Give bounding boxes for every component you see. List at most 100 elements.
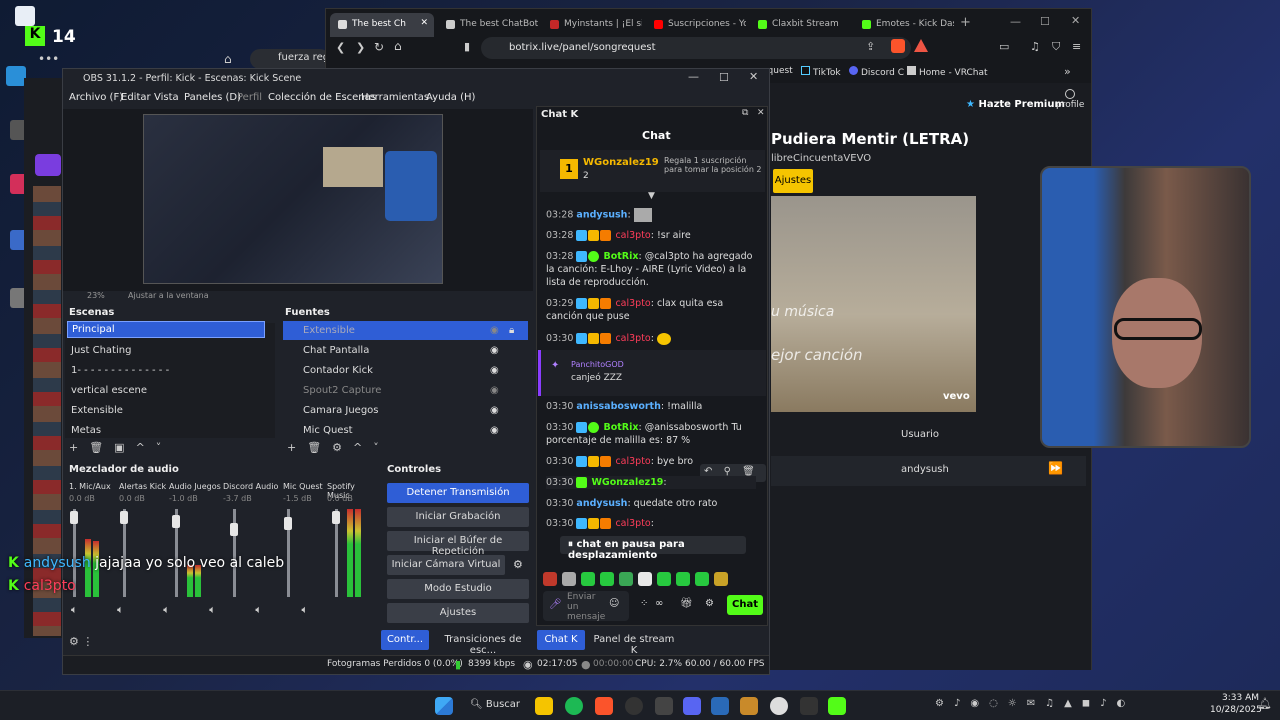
close-window-icon[interactable]: ✕ <box>1071 14 1080 27</box>
settings-button[interactable]: Ajustes <box>387 603 529 623</box>
scene-just-chating[interactable]: Just Chating <box>65 341 137 360</box>
redeem-user[interactable]: PanchitoGOD <box>571 360 624 369</box>
chrome-icon[interactable] <box>770 697 788 715</box>
scene-extensible[interactable]: Extensible <box>65 401 129 420</box>
music-icon[interactable]: ♫ <box>1030 40 1040 53</box>
dock-float-icon[interactable]: ⧉ <box>742 108 748 118</box>
menu-perfil[interactable]: Perfil <box>237 92 262 103</box>
video-player[interactable]: u música ejor canción vevo <box>771 196 976 412</box>
tab-youtube[interactable]: Suscripciones - You <box>646 13 746 37</box>
emote-icon[interactable] <box>695 572 709 586</box>
tab-close-icon[interactable]: ✕ <box>420 18 428 28</box>
obs-preview[interactable] <box>63 109 533 291</box>
msg-user[interactable]: cal3pto <box>615 298 650 309</box>
folder-icon[interactable] <box>740 697 758 715</box>
virtual-camera-settings-icon[interactable]: ⚙ <box>513 558 523 571</box>
purple-heart-icon[interactable] <box>35 154 61 176</box>
notifications-icon[interactable]: 🔔︎ <box>1258 697 1272 710</box>
discord-icon[interactable] <box>683 697 701 715</box>
chat-paused-banner[interactable]: ⏸ chat en pausa para desplazamiento <box>560 536 746 561</box>
emote-icon[interactable] <box>638 572 652 586</box>
emote-icon[interactable] <box>543 572 557 586</box>
dock-close-icon[interactable]: ✕ <box>757 108 765 118</box>
bookmark-discord[interactable]: Discord C <box>849 66 904 78</box>
quick-emotes-icon[interactable]: ⁘ <box>640 598 648 609</box>
menu-vista[interactable]: Vista <box>154 92 179 103</box>
fader-knob[interactable] <box>120 511 128 524</box>
share-icon[interactable]: ⇪ <box>866 40 875 53</box>
file-explorer-icon[interactable] <box>535 697 553 715</box>
home-icon[interactable]: ⌂ <box>394 39 402 53</box>
scene-vertical[interactable]: vertical escene <box>65 381 153 400</box>
link-icon[interactable]: ∞ <box>655 598 663 609</box>
stop-stream-button[interactable]: Detener Transmisión <box>387 483 529 503</box>
visibility-icon[interactable]: ◉ <box>490 325 499 336</box>
start-recording-button[interactable]: Iniciar Grabación <box>387 507 529 527</box>
msg-user[interactable]: cal3pto <box>615 518 650 529</box>
lock-icon[interactable]: 🔒︎ <box>509 325 514 336</box>
home-icon[interactable]: ⌂ <box>224 52 232 66</box>
tab-chat-k[interactable]: Chat K <box>537 630 585 650</box>
bookmark-vrchat[interactable]: Home - VRChat <box>907 66 988 78</box>
menu-coleccion[interactable]: Colección de Escenas <box>268 92 376 103</box>
kick-icon[interactable] <box>828 697 846 715</box>
scene-principal[interactable]: Principal <box>67 321 265 338</box>
forward-icon[interactable]: ❯ <box>356 41 365 54</box>
emoji-icon[interactable]: ☺ <box>609 598 619 609</box>
emote-icon[interactable] <box>714 572 728 586</box>
tab-botrix[interactable]: The best Ch ✕ <box>330 13 434 37</box>
obs-minimize-icon[interactable]: — <box>688 70 699 83</box>
menu-paneles[interactable]: Paneles (D) <box>184 92 241 103</box>
more-bookmarks-icon[interactable]: » <box>1064 65 1071 78</box>
menu-archivo[interactable]: Archivo (F) <box>69 92 123 103</box>
emote-icon[interactable] <box>657 572 671 586</box>
fader-knob[interactable] <box>230 523 238 536</box>
brave-icon[interactable] <box>891 39 905 53</box>
msg-user[interactable]: BotRix <box>603 422 638 433</box>
tray-icons[interactable]: ⚙♪◉◌☼✉♫▲◼♪◐ <box>935 698 1135 709</box>
menu-editar[interactable]: Editar <box>121 92 151 103</box>
back-icon[interactable]: ❮ <box>336 41 345 54</box>
emote-icon[interactable] <box>619 572 633 586</box>
clock-date[interactable]: 10/28/2025 <box>1210 705 1262 715</box>
bookmark-tiktok[interactable]: TikTok <box>801 66 841 78</box>
tab-myinstants[interactable]: Myinstants | ¡El sitio <box>542 13 642 37</box>
fit-window-label[interactable]: Ajustar a la ventana <box>128 291 209 300</box>
studio-mode-button[interactable]: Modo Estudio <box>387 579 529 599</box>
spotify-icon[interactable] <box>565 697 583 715</box>
scene-divider[interactable]: 1- - - - - - - - - - - - - - <box>65 361 175 380</box>
visibility-icon[interactable]: ◉ <box>490 385 499 396</box>
replay-buffer-button[interactable]: Iniciar el Búfer de Repetición <box>387 531 529 557</box>
msg-user[interactable]: WGonzalez19 <box>591 477 663 488</box>
taskbar-search[interactable]: 🔍︎ Buscar <box>470 699 520 710</box>
obs-close-icon[interactable]: ✕ <box>749 70 758 83</box>
clock-time[interactable]: 3:33 AM <box>1222 693 1259 703</box>
visibility-icon[interactable]: ◉ <box>490 365 499 376</box>
msg-user[interactable]: anissabosworth <box>576 401 660 412</box>
kick-icon[interactable]: K <box>25 26 45 46</box>
msg-user[interactable]: cal3pto <box>615 333 650 344</box>
fader-knob[interactable] <box>70 511 78 524</box>
menu-dots-icon[interactable]: ••• <box>38 52 59 66</box>
fader-knob[interactable] <box>172 515 180 528</box>
send-chat-button[interactable]: Chat <box>727 595 763 615</box>
vpn-icon[interactable]: ⛉ <box>1052 40 1060 54</box>
reload-icon[interactable]: ↻ <box>374 40 384 54</box>
collapse-icon[interactable]: ▼ <box>648 191 655 201</box>
recycle-bin-icon[interactable] <box>15 6 35 26</box>
rewards-icon[interactable] <box>914 39 928 52</box>
chat-settings-icon[interactable]: ⚙ <box>705 598 714 609</box>
msg-user[interactable]: cal3pto <box>615 456 650 467</box>
menu-ayuda[interactable]: Ayuda (H) <box>426 92 475 103</box>
msg-user[interactable]: andysush <box>576 210 627 221</box>
emote-icon[interactable] <box>676 572 690 586</box>
tab-controls[interactable]: Contr... <box>381 630 429 650</box>
visibility-icon[interactable]: ◉ <box>490 345 499 356</box>
bookmark-icon[interactable]: ▮ <box>464 40 470 53</box>
scene-metas[interactable]: Metas <box>65 421 107 440</box>
gift-icon[interactable]: 🎁︎ <box>680 598 693 609</box>
address-bar[interactable]: botrix.live/panel/songrequest <box>481 37 911 59</box>
chat-input[interactable]: 🎤︎ Enviar un mensaje ☺ <box>543 591 629 622</box>
visibility-icon[interactable]: ◉ <box>490 405 499 416</box>
vscode-icon[interactable] <box>711 697 729 715</box>
